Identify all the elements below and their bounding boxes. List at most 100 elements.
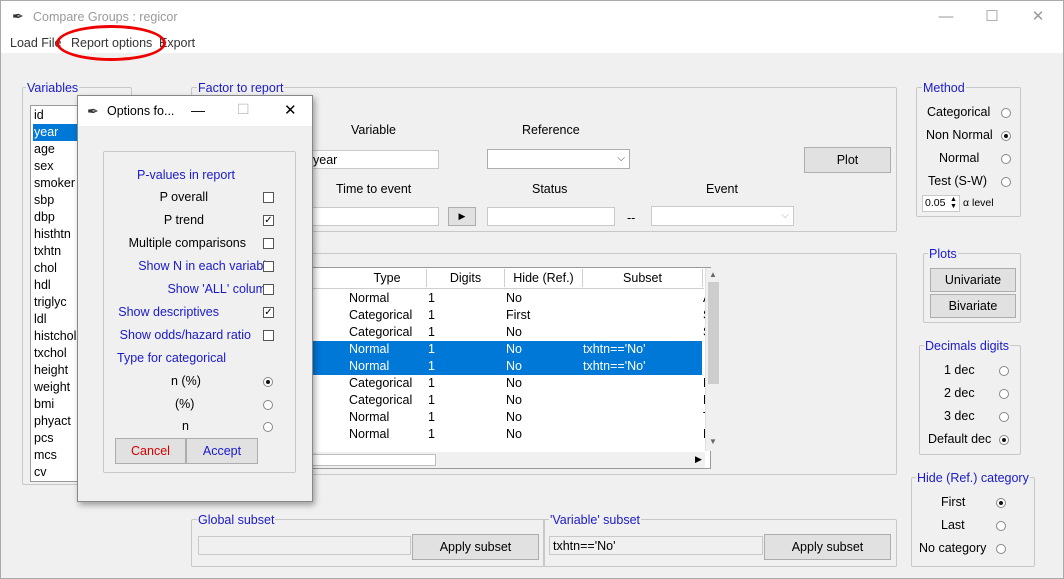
dialog-maximize-button[interactable]: ☐ [237,101,250,118]
variable-list-item[interactable]: smoker [33,175,79,192]
bivariate-button[interactable]: Bivariate [930,294,1016,318]
variable-list-item[interactable]: height [33,362,79,379]
cancel-button[interactable]: Cancel [115,438,186,464]
spin-arrows-icon[interactable]: ▲ ▼ [950,196,957,210]
variable-list-item[interactable]: bmi [33,396,79,413]
table-row[interactable]: Normal1NoH [310,426,712,443]
minimize-button[interactable]: — [931,7,961,27]
variable-list-item[interactable]: txchol [33,345,79,362]
variable-apply-subset-button[interactable]: Apply subset [764,534,891,560]
option-checkbox[interactable] [263,330,274,341]
variable-list-item[interactable]: histhtn [33,226,79,243]
variable-list-item[interactable]: cv [33,464,79,481]
variable-list-item[interactable]: sbp [33,192,79,209]
table-vscrollbar[interactable]: ▲ ▼ [705,268,721,451]
variable-list-item[interactable]: id [33,107,79,124]
method-option-label: Non Normal [926,128,993,142]
type-option-label: n [182,419,189,433]
table-row[interactable]: Normal1NoA [310,290,711,307]
hide-ref-option-label: First [941,495,966,509]
variable-list-item[interactable]: triglyc [33,294,79,311]
maximize-button[interactable]: ☐ [977,7,1007,27]
decimals-radio-2[interactable] [999,389,1009,399]
variable-list-item[interactable]: txhtn [33,243,79,260]
method-radio-categorical[interactable] [1001,108,1011,118]
play-button[interactable]: ▶ [448,207,476,226]
global-subset-field[interactable] [198,536,411,555]
global-subset-title: Global subset [197,513,276,527]
option-checkbox[interactable] [263,238,274,249]
col-header-digits[interactable]: Digits [427,269,505,287]
reference-combo[interactable]: ⌵ [487,149,630,169]
method-radio-non-normal[interactable] [1001,131,1011,141]
scroll-up-icon[interactable]: ▲ [709,270,717,279]
vscroll-thumb[interactable] [708,282,719,384]
table-row[interactable]: Categorical1FirstS [310,307,711,324]
table-cell-type: Normal [349,342,390,356]
table-row[interactable]: Categorical1NoS [310,324,711,341]
decimals-radio-default[interactable] [999,435,1009,445]
hide-ref-radio-last[interactable] [996,521,1006,531]
variable-list-item[interactable]: age [33,141,79,158]
status-field[interactable] [487,207,615,226]
feather-icon: ✒ [87,103,99,119]
variable-list-item[interactable]: year [33,124,79,141]
global-apply-subset-button[interactable]: Apply subset [412,534,539,560]
accept-button[interactable]: Accept [186,438,258,464]
variable-list-item[interactable]: histchol [33,328,79,345]
option-checkbox[interactable]: ✓ [263,307,274,318]
plot-button[interactable]: Plot [804,147,891,173]
dash-separator: -- [627,211,636,225]
factor-variable-field[interactable]: year [309,150,439,169]
alpha-spinbox[interactable]: 0.05 ▲ ▼ [922,195,960,212]
decimals-radio-1[interactable] [999,366,1009,376]
method-radio-normal[interactable] [1001,154,1011,164]
variable-list-item[interactable]: pcs [33,430,79,447]
type-radio-n[interactable] [263,422,273,432]
menu-load-file[interactable]: Load File [10,36,61,50]
variable-list-item[interactable]: phyact [33,413,79,430]
table-cell-hide: No [506,410,522,424]
variable-list-item[interactable]: chol [33,260,79,277]
hscroll-thumb[interactable] [312,454,436,466]
variables-table[interactable]: Type Digits Hide (Ref.) Subset Normal 1 No… [309,267,721,469]
option-checkbox[interactable]: ✓ [263,215,274,226]
dialog-close-button[interactable]: ✕ [284,101,297,119]
table-cell-type: Categorical [349,393,413,407]
variable-list-item[interactable]: ldl [33,311,79,328]
col-header-subset[interactable]: Subset [583,269,703,287]
col-header-hide[interactable]: Hide (Ref.) [505,269,583,287]
variable-subset-field[interactable]: txhtn=='No' [549,536,763,555]
table-row[interactable]: Normal1NoT [310,409,711,426]
hide-ref-radio-none[interactable] [996,544,1006,554]
variable-list-item[interactable]: weight [33,379,79,396]
event-combo[interactable]: ⌵ [651,206,794,226]
close-button[interactable]: ✕ [1023,7,1053,27]
table-hscrollbar[interactable]: ▶ [310,452,705,468]
hide-ref-radio-first[interactable] [996,498,1006,508]
col-header-type[interactable]: Type [348,269,427,287]
time-to-event-field[interactable] [309,207,439,226]
option-checkbox[interactable] [263,284,274,295]
dialog-minimize-button[interactable]: — [191,102,205,118]
scroll-down-icon[interactable]: ▼ [709,437,717,446]
table-row[interactable]: Categorical1NoH [310,375,712,392]
decimals-radio-3[interactable] [999,412,1009,422]
option-checkbox[interactable] [263,261,274,272]
table-row[interactable]: Normal1Notxhtn=='No'D [310,358,712,375]
highlight-oval [56,25,166,61]
option-checkbox[interactable] [263,192,274,203]
variable-list-item[interactable]: mcs [33,447,79,464]
table-row[interactable]: Categorical1NoH [310,392,712,409]
variable-list-item[interactable]: dbp [33,209,79,226]
type-radio-n-pct[interactable] [263,377,273,387]
variable-list-item[interactable]: sex [33,158,79,175]
method-option-label: Categorical [927,105,991,119]
table-row[interactable]: Normal1Notxhtn=='No'S [310,341,711,358]
univariate-button[interactable]: Univariate [930,268,1016,292]
scroll-right-icon[interactable]: ▶ [695,454,702,465]
method-radio-test[interactable] [1001,177,1011,187]
variable-list-item[interactable]: hdl [33,277,79,294]
feather-icon: ✒ [12,8,24,24]
type-radio-pct[interactable] [263,400,273,410]
